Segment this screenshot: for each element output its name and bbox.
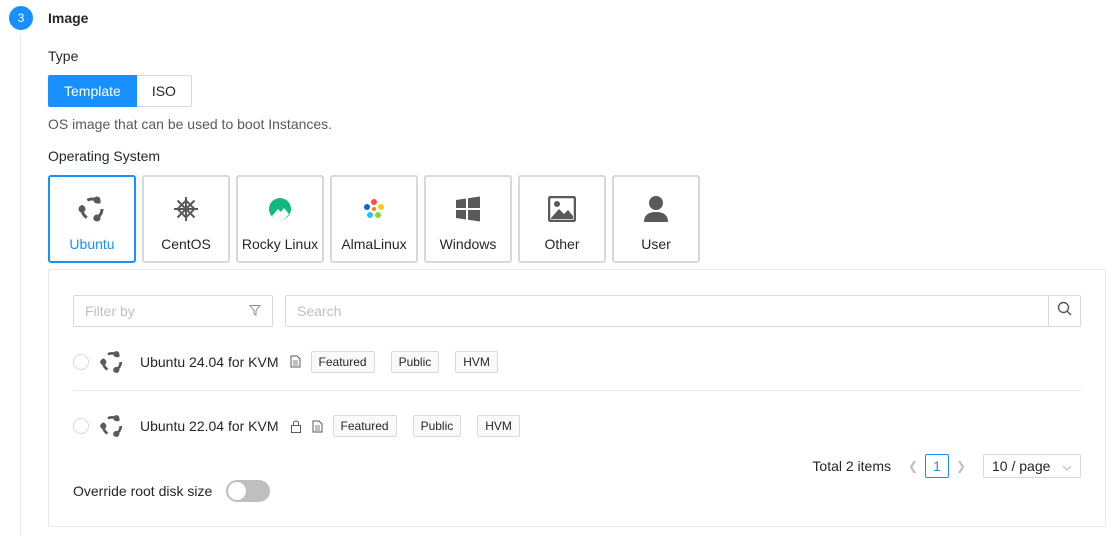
os-card-label: Ubuntu <box>69 236 115 252</box>
filter-icon <box>248 303 262 319</box>
os-card-rocky-linux[interactable]: Rocky Linux <box>236 175 324 263</box>
search-input[interactable] <box>286 296 1048 326</box>
tag-featured: Featured <box>332 415 397 437</box>
os-card-user[interactable]: User <box>612 175 700 263</box>
type-segmented-control: Template ISO <box>48 75 192 107</box>
pagination-total: Total 2 items <box>812 458 891 474</box>
tag-featured: Featured <box>310 350 375 373</box>
template-name: Ubuntu 22.04 for KVM <box>140 418 279 434</box>
chevron-left-icon[interactable]: ❮ <box>905 459 921 473</box>
os-card-label: AlmaLinux <box>341 236 407 252</box>
os-card-label: User <box>641 236 671 252</box>
chevron-down-icon <box>1062 458 1072 474</box>
os-card-ubuntu[interactable]: Ubuntu <box>48 175 136 263</box>
override-toggle[interactable] <box>226 480 271 502</box>
os-card-label: CentOS <box>161 236 211 252</box>
tag-public: Public <box>412 415 462 437</box>
file-icon <box>311 419 325 433</box>
pagination: Total 2 items ❮ 1 ❯ 10 / page <box>812 454 1081 478</box>
type-iso-button[interactable]: ISO <box>136 75 192 107</box>
lock-icon <box>289 419 303 433</box>
step-title: Image <box>48 10 89 26</box>
page-size-value: 10 / page <box>992 458 1051 474</box>
user-icon <box>639 192 673 226</box>
tag-public: Public <box>390 350 440 373</box>
template-radio[interactable] <box>73 418 89 434</box>
override-root-disk: Override root disk size <box>73 480 271 502</box>
rocky-linux-icon <box>263 192 297 226</box>
image-icon <box>545 192 579 226</box>
chevron-right-icon[interactable]: ❯ <box>953 459 969 473</box>
ubuntu-icon <box>97 411 127 441</box>
almalinux-icon <box>357 192 391 226</box>
tag-hvm: HVM <box>477 415 520 437</box>
os-card-label: Rocky Linux <box>241 236 319 252</box>
template-name: Ubuntu 24.04 for KVM <box>140 353 279 370</box>
page-size-select[interactable]: 10 / page <box>983 454 1081 478</box>
os-card-label: Windows <box>439 236 497 252</box>
os-card-label: Other <box>544 236 580 252</box>
file-icon <box>289 355 303 369</box>
template-row[interactable]: Ubuntu 22.04 for KVM Featured Public HVM <box>73 397 1081 455</box>
os-selector: Ubuntu CentOS Rocky Linux AlmaLinux Wind… <box>48 175 706 263</box>
toggle-knob <box>228 482 247 500</box>
type-template-button[interactable]: Template <box>48 75 137 107</box>
step-connector-line <box>20 34 21 536</box>
search-icon <box>1057 301 1072 321</box>
template-radio[interactable] <box>73 353 89 370</box>
tag-hvm: HVM <box>455 350 498 373</box>
search-button[interactable] <box>1048 296 1080 326</box>
filter-placeholder: Filter by <box>85 303 135 319</box>
pagination-page-1[interactable]: 1 <box>925 454 949 478</box>
os-card-windows[interactable]: Windows <box>424 175 512 263</box>
windows-icon <box>451 192 485 226</box>
type-description: OS image that can be used to boot Instan… <box>48 116 333 132</box>
os-card-centos[interactable]: CentOS <box>142 175 230 263</box>
ubuntu-icon <box>75 192 109 226</box>
os-label: Operating System <box>48 148 161 164</box>
template-row[interactable]: Ubuntu 24.04 for KVM Featured Public HVM <box>73 333 1081 391</box>
ubuntu-icon <box>97 347 127 377</box>
step-number-badge: 3 <box>9 6 33 30</box>
filter-select[interactable]: Filter by <box>73 295 273 327</box>
override-label: Override root disk size <box>73 483 213 499</box>
os-card-other[interactable]: Other <box>518 175 606 263</box>
template-panel: Filter by Ubuntu 24.04 for KVM Featured <box>48 269 1106 527</box>
os-card-almalinux[interactable]: AlmaLinux <box>330 175 418 263</box>
type-label: Type <box>48 48 79 64</box>
search-box <box>285 295 1081 327</box>
centos-icon <box>169 192 203 226</box>
